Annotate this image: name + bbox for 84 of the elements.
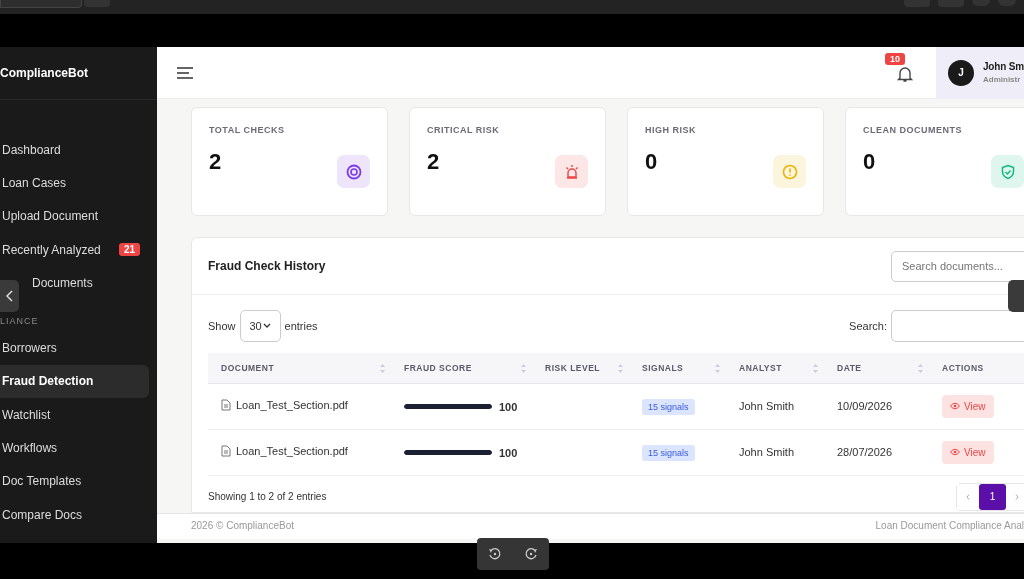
search-label: Search: bbox=[849, 320, 887, 332]
sidebar-item[interactable]: Dashboard bbox=[0, 133, 149, 167]
search-field[interactable]: Search documents... bbox=[891, 250, 1024, 282]
siren-icon bbox=[563, 163, 580, 180]
signals-badge: 15 signals bbox=[642, 445, 695, 461]
sidebar-item[interactable]: Compare Docs bbox=[0, 497, 149, 532]
column-header[interactable]: ANALYST bbox=[726, 353, 824, 383]
sidebar-item[interactable]: Fraud Detection bbox=[0, 364, 149, 399]
shield-check-icon bbox=[999, 163, 1016, 180]
stat-value: 0 bbox=[645, 149, 658, 175]
sidebar-item[interactable]: Documents bbox=[30, 266, 149, 300]
collapse-button[interactable] bbox=[0, 280, 19, 312]
column-header[interactable]: SIGNALS bbox=[629, 353, 726, 383]
chevron-left-icon bbox=[966, 493, 970, 500]
eye-icon bbox=[950, 402, 960, 410]
column-header[interactable]: ACTIONS bbox=[929, 353, 1024, 383]
score-value: 100 bbox=[499, 446, 518, 459]
sidebar-item-label: Dashboard bbox=[2, 142, 61, 157]
file-icon bbox=[221, 399, 231, 411]
rotate-left-icon bbox=[488, 547, 502, 561]
table-cell: 10/09/2026 bbox=[837, 400, 893, 412]
document-name: Loan_Test_Section.pdf bbox=[236, 399, 348, 411]
column-header[interactable]: DATE bbox=[824, 353, 929, 383]
column-header[interactable]: RISK LEVEL bbox=[532, 353, 629, 383]
side-handle[interactable] bbox=[1008, 280, 1024, 312]
stat-value: 2 bbox=[209, 149, 222, 175]
sidebar-item[interactable]: Upload Document bbox=[0, 199, 149, 233]
chevron-left-icon bbox=[5, 290, 14, 302]
eye-icon bbox=[950, 448, 960, 456]
sidebar-item[interactable]: Recently Analyzed 21 bbox=[0, 232, 149, 267]
rotate-right-icon bbox=[524, 547, 538, 561]
show-label: Show bbox=[208, 320, 236, 332]
sidebar-item-label: Loan Cases bbox=[2, 175, 67, 190]
section-label: LIANCE bbox=[0, 315, 40, 329]
column-header[interactable]: FRAUD SCORE bbox=[391, 353, 532, 383]
footer-text: Loan Document Compliance Anal bbox=[875, 519, 1024, 533]
page-button[interactable]: 1 bbox=[979, 483, 1006, 510]
stat-label: CRITICAL RISK bbox=[427, 125, 501, 135]
table-cell: 28/07/2026 bbox=[837, 446, 893, 458]
file-icon bbox=[221, 445, 231, 457]
sort-icon bbox=[715, 364, 720, 373]
chevron-right-icon bbox=[1015, 493, 1019, 500]
sidebar-item-label: Upload Document bbox=[2, 209, 99, 224]
entries-label: entries bbox=[284, 320, 318, 332]
score-value: 100 bbox=[499, 400, 518, 413]
signals-badge: 15 signals bbox=[642, 399, 695, 415]
card-title: Fraud Check History bbox=[208, 259, 326, 273]
table-search-field[interactable] bbox=[891, 310, 1024, 342]
notification-badge: 10 bbox=[885, 52, 905, 65]
copyright-text: 2026 © ComplianceBot bbox=[191, 519, 294, 533]
bell-icon[interactable] bbox=[896, 64, 914, 83]
menu-icon[interactable] bbox=[176, 65, 194, 80]
caret-icon bbox=[262, 323, 271, 329]
sidebar-item-label: Recently Analyzed bbox=[2, 242, 101, 257]
sort-icon bbox=[380, 364, 385, 373]
user-role: Administr bbox=[983, 75, 1022, 84]
user-menu[interactable]: J John Sm Administr bbox=[936, 46, 1024, 99]
sort-icon bbox=[813, 364, 818, 373]
table-info: Showing 1 to 2 of 2 entries bbox=[208, 491, 327, 502]
user-name: John Sm bbox=[983, 61, 1024, 72]
sidebar-item[interactable]: Workflows bbox=[0, 431, 149, 465]
table-cell: John Smith bbox=[739, 446, 795, 458]
toolbar-field[interactable] bbox=[0, 0, 82, 8]
sidebar-item[interactable]: Doc Templates bbox=[0, 464, 149, 498]
column-header[interactable]: DOCUMENT bbox=[208, 353, 391, 383]
sort-icon bbox=[618, 364, 623, 373]
table-cell: John Smith bbox=[739, 400, 795, 412]
sidebar-item-label: Documents bbox=[32, 275, 93, 290]
document-name: Loan_Test_Section.pdf bbox=[236, 445, 348, 457]
sort-icon bbox=[521, 364, 526, 373]
avatar: J bbox=[948, 59, 974, 86]
stat-value: 0 bbox=[863, 149, 876, 175]
alert-circle-icon bbox=[781, 163, 798, 180]
stat-label: CLEAN DOCUMENTS bbox=[863, 125, 963, 135]
target-icon bbox=[345, 163, 362, 180]
stat-label: HIGH RISK bbox=[645, 125, 697, 135]
stat-label: TOTAL CHECKS bbox=[209, 125, 286, 135]
count-badge: 21 bbox=[118, 243, 140, 257]
sidebar-item[interactable]: Borrowers bbox=[0, 331, 149, 365]
entries-select[interactable]: 30 bbox=[239, 310, 281, 342]
stat-value: 2 bbox=[427, 149, 440, 175]
sort-icon bbox=[918, 364, 923, 373]
sidebar-item[interactable]: Watchlist bbox=[0, 398, 149, 432]
sidebar-item[interactable]: Loan Cases bbox=[0, 166, 149, 200]
